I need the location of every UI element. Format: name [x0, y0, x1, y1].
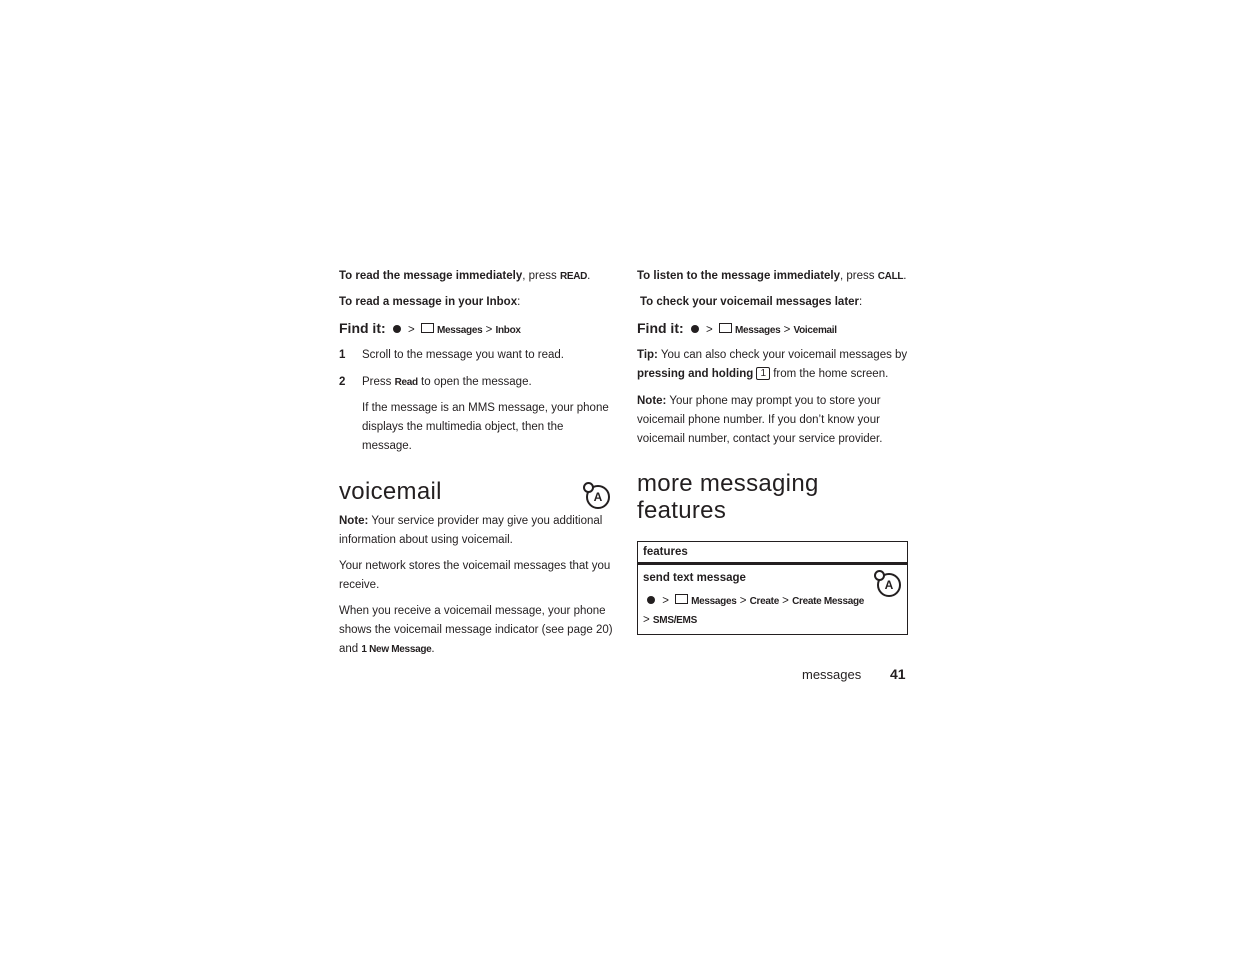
step-1: 1 Scroll to the message you want to read. [339, 349, 564, 361]
table-header: features [637, 541, 908, 565]
find-it-inbox: Find it: > Messages > Inbox [339, 320, 521, 336]
envelope-icon [718, 323, 732, 333]
mms-note: If the message is an MMS message, your p… [362, 402, 609, 452]
read-inbox: To read a message in your Inbox: [339, 296, 521, 308]
listen-immediately: To listen to the message immediately, pr… [637, 270, 907, 282]
note: Note: Your phone may prompt you to store… [637, 395, 883, 445]
tip: Tip: You can also check your voicemail m… [637, 349, 908, 380]
page-number: 41 [890, 666, 906, 682]
voicemail-note: Note: Your service provider may give you… [339, 515, 603, 546]
features-table: features send text message A > Messages … [637, 541, 908, 635]
find-it-voicemail: Find it: > Messages > Voicemail [637, 320, 837, 336]
more-features-heading: more messaging features [637, 470, 819, 524]
envelope-icon [420, 323, 434, 333]
nav-key-icon [392, 325, 401, 333]
envelope-icon [675, 594, 689, 604]
network-feature-icon: A [583, 482, 610, 509]
nav-key-icon [647, 596, 655, 604]
voicemail-heading: voicemail [339, 478, 442, 505]
step-2: 2 Press Read to open the message. [339, 376, 532, 388]
check-later: To check your voicemail messages later: [640, 296, 863, 308]
network-feature-icon: A [874, 570, 901, 597]
table-row: send text message A > Messages > Create … [637, 563, 908, 635]
footer-section: messages [802, 667, 862, 682]
receive-text: When you receive a voicemail message, yo… [339, 605, 613, 655]
read-immediately: To read the message immediately, press R… [339, 270, 591, 282]
nav-key-icon [690, 325, 699, 333]
key-1-icon: 1 [756, 367, 771, 380]
network-text: Your network stores the voicemail messag… [339, 560, 611, 591]
